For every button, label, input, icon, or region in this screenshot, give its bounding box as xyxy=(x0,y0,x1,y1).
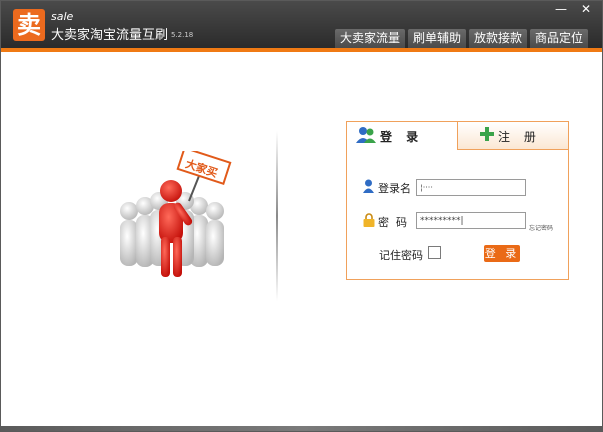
forgot-password-link[interactable]: 忘记密码 xyxy=(529,223,553,232)
user-icon xyxy=(363,178,374,197)
top-nav: 大卖家流量 刷单辅助 放款接款 商品定位 xyxy=(335,29,589,48)
tab-login[interactable]: 登 录 xyxy=(347,122,458,150)
tab-register-label: 注 册 xyxy=(498,130,541,144)
app-version: 5.2.18 xyxy=(171,31,194,39)
close-button[interactable]: ✕ xyxy=(575,2,597,16)
password-field[interactable] xyxy=(416,212,526,229)
tab-register[interactable]: 注 册 xyxy=(458,122,568,150)
nav-tab-product-locate[interactable]: 商品定位 xyxy=(530,29,589,48)
login-button[interactable]: 登 录 xyxy=(484,245,520,262)
vertical-divider xyxy=(276,131,278,301)
lock-icon xyxy=(363,212,375,231)
mascot-illustration: 大家买 xyxy=(109,146,234,291)
username-field[interactable] xyxy=(416,179,526,196)
plus-icon xyxy=(480,126,494,145)
app-title: 大卖家淘宝流量互刷 xyxy=(51,28,169,43)
minimize-button[interactable]: — xyxy=(550,2,572,16)
username-label: 登录名 xyxy=(378,182,411,195)
login-panel: 登 录 注 册 登录名 密 码 xyxy=(346,121,569,280)
remember-password-label: 记住密码 xyxy=(379,249,423,262)
tab-login-label: 登 录 xyxy=(380,130,424,144)
app-subtitle: sale xyxy=(51,10,74,23)
nav-tab-order-assist[interactable]: 刷单辅助 xyxy=(408,29,467,48)
remember-password-checkbox[interactable] xyxy=(428,246,441,259)
bottom-bar xyxy=(1,426,602,431)
user-group-icon xyxy=(356,126,376,148)
app-window: 卖 sale 大卖家淘宝流量互刷 5.2.18 — ✕ 大卖家流量 刷单辅助 放… xyxy=(0,0,603,432)
nav-tab-traffic[interactable]: 大卖家流量 xyxy=(335,29,406,48)
title-bar: 卖 sale 大卖家淘宝流量互刷 5.2.18 — ✕ 大卖家流量 刷单辅助 放… xyxy=(1,1,602,48)
accent-bar xyxy=(1,48,602,52)
password-label: 密 码 xyxy=(378,216,407,229)
nav-tab-payment[interactable]: 放款接款 xyxy=(469,29,528,48)
app-logo: 卖 xyxy=(13,9,45,41)
